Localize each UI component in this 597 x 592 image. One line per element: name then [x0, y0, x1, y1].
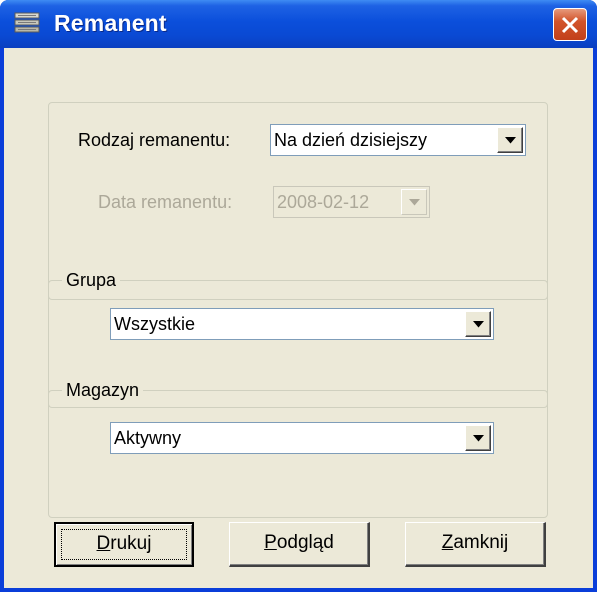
warehouse-select[interactable]: Aktywny — [110, 422, 494, 454]
focus-rectangle — [61, 529, 187, 560]
chevron-down-icon — [473, 321, 484, 328]
remanent-date-label: Data remanentu: — [98, 192, 233, 212]
print-button[interactable]: Drukuj — [54, 522, 194, 567]
warehouse-frame-label: Magazyn — [62, 380, 144, 400]
chevron-down-icon — [473, 435, 484, 442]
group-select[interactable]: Wszystkie — [110, 308, 494, 340]
close-button-mnemonic: Z — [441, 532, 454, 553]
warehouse-value: Aktywny — [114, 428, 182, 448]
group-frame-label: Grupa — [62, 270, 121, 290]
warehouse-dropdown-button[interactable] — [465, 425, 491, 451]
preview-button[interactable]: Podgląd — [229, 522, 370, 567]
group-value: Wszystkie — [114, 314, 195, 334]
remanent-type-value: Na dzień dzisiejszy — [274, 130, 428, 150]
preview-button-mnemonic: P — [264, 532, 277, 553]
dialog-body: Rodzaj remanentu: Na dzień dzisiejszy Da… — [4, 48, 593, 588]
warehouse-frame — [48, 390, 548, 518]
window-title: Remanent — [54, 10, 167, 36]
dialog-window: Remanent Rodzaj remanentu: Na dzień dzis… — [0, 0, 597, 592]
remanent-date-dropdown-button — [401, 189, 427, 215]
close-button-label: amknij — [453, 532, 509, 553]
close-button[interactable]: Zamknij — [405, 522, 546, 567]
remanent-type-dropdown-button[interactable] — [497, 127, 523, 153]
remanent-type-label: Rodzaj remanentu: — [78, 130, 231, 150]
close-window-button[interactable] — [553, 8, 587, 41]
chevron-down-icon — [409, 199, 420, 206]
remanent-date-value: 2008-02-12 — [277, 192, 370, 212]
database-stack-icon — [14, 12, 40, 33]
remanent-date-picker: 2008-02-12 — [273, 186, 430, 218]
preview-button-label: odgląd — [276, 532, 334, 553]
chevron-down-icon — [505, 137, 516, 144]
group-dropdown-button[interactable] — [465, 311, 491, 337]
close-icon — [561, 16, 579, 34]
remanent-type-select[interactable]: Na dzień dzisiejszy — [270, 124, 526, 156]
title-bar[interactable]: Remanent — [0, 0, 597, 48]
